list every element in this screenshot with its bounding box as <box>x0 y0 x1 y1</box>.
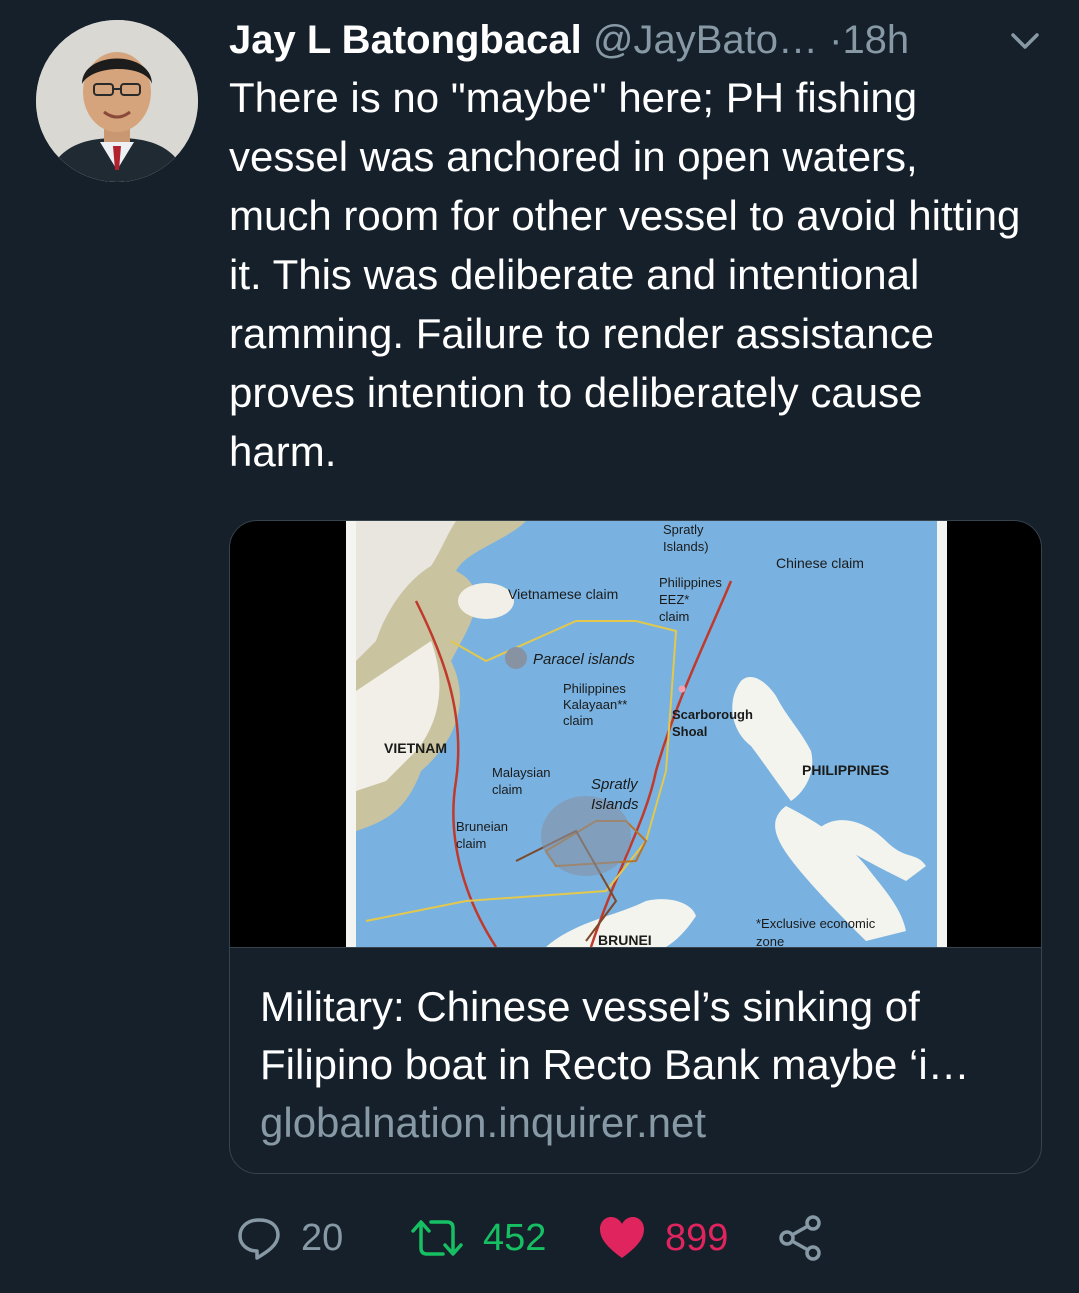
tweet-header: Jay L Batongbacal @JayBato… ·18h <box>229 14 1059 66</box>
map-label: PHILIPPINES <box>802 762 889 778</box>
tweet-actions: 20 452 899 <box>229 1206 1059 1270</box>
share-icon <box>779 1215 821 1261</box>
link-card[interactable]: Spratly Islands) Chinese claim Vietnamese… <box>229 520 1042 1174</box>
share-button[interactable] <box>777 1206 825 1270</box>
map-label: Chinese claim <box>776 555 864 571</box>
header-separator: · <box>829 18 843 62</box>
card-image: Spratly Islands) Chinese claim Vietnamese… <box>230 521 1041 947</box>
reply-button[interactable]: 20 <box>235 1206 343 1270</box>
author-handle[interactable]: @JayBato… <box>593 18 818 62</box>
map-label: BRUNEI <box>598 932 652 947</box>
retweet-icon <box>411 1220 463 1256</box>
map-label: Paracel islands <box>533 651 635 668</box>
author-avatar[interactable] <box>36 20 198 182</box>
tweet-time[interactable]: 18h <box>842 18 909 62</box>
heart-icon <box>600 1217 644 1258</box>
reply-icon <box>238 1218 280 1260</box>
map-label: VIETNAM <box>384 740 447 756</box>
author-name[interactable]: Jay L Batongbacal <box>229 18 582 62</box>
card-domain[interactable]: globalnation.inquirer.net <box>260 1094 706 1152</box>
reply-count: 20 <box>301 1216 344 1259</box>
retweet-button[interactable]: 452 <box>409 1206 546 1270</box>
like-count: 899 <box>665 1216 729 1259</box>
chevron-down-icon[interactable] <box>1009 26 1041 56</box>
like-button[interactable]: 899 <box>597 1206 728 1270</box>
card-title[interactable]: Military: Chinese vessel’s sinking of Fi… <box>260 978 1020 1094</box>
tweet-text: There is no "maybe" here; PH fishing ves… <box>229 74 1021 475</box>
card-body[interactable]: Military: Chinese vessel’s sinking of Fi… <box>230 947 1041 1173</box>
retweet-count: 452 <box>483 1216 547 1259</box>
avatar-photo <box>36 20 198 182</box>
south-china-sea-map: Spratly Islands) Chinese claim Vietnamese… <box>346 521 947 947</box>
map-label: Vietnamese claim <box>508 586 618 602</box>
